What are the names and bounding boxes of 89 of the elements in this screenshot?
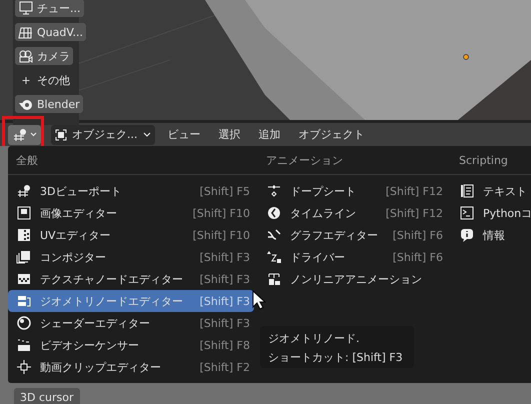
entry-label: コンポジター <box>40 250 107 264</box>
menu-item[interactable]: オブジェクト <box>294 127 370 142</box>
menu-item[interactable]: 選択 <box>214 127 246 142</box>
menu-entry[interactable]: 情報 <box>451 224 531 246</box>
menu-section-title: 全般 <box>8 146 258 175</box>
entry-label: タイムライン <box>290 206 357 220</box>
cursor-button[interactable]: 3D cursor <box>14 388 80 404</box>
entry-label: テキスト <box>483 184 528 198</box>
entry-label: テクスチャノードエディター <box>40 272 184 286</box>
menu-item[interactable]: ビュー <box>162 127 206 142</box>
caret-icon <box>30 132 37 137</box>
shortcut-text: [Shift] F3 <box>200 250 250 264</box>
shortcut-text: [Shift] F3 <box>200 294 250 308</box>
info-icon <box>459 228 475 242</box>
shortcut-text: [Shift] F10 <box>192 206 250 220</box>
shortcut-text: [Shift] F8 <box>200 338 250 352</box>
menu-entry[interactable]: 画像エディター [Shift] F10 <box>8 202 254 224</box>
menu-entry[interactable]: ジオメトリノードエディター [Shift] F3 <box>8 290 254 312</box>
sphere-icon <box>16 316 32 330</box>
entry-label: ジオメトリノードエディター <box>40 294 184 308</box>
entry-label: グラフエディター <box>290 228 379 242</box>
viewport-icon <box>16 184 32 198</box>
toolbar-button[interactable]: QuadV... <box>15 23 86 41</box>
compositor-icon <box>16 250 32 264</box>
menu-entry[interactable]: ドライバー [Shift] F6 <box>258 246 447 268</box>
curve-icon <box>266 228 282 242</box>
menu-entry[interactable]: UVエディター [Shift] F10 <box>8 224 254 246</box>
monitor-icon <box>18 1 34 15</box>
node-icon <box>16 294 32 308</box>
entry-label: UVエディター <box>40 228 112 242</box>
caret-icon <box>142 132 150 137</box>
tooltip-shortcut: ショートカット: [Shift] F3 <box>268 350 404 365</box>
entry-label: 3Dビューポート <box>40 184 122 198</box>
menu-item[interactable]: 追加 <box>254 127 286 142</box>
entry-label: 画像エディター <box>40 206 118 220</box>
shortcut-text: [Shift] F2 <box>200 360 250 374</box>
toolbar-button[interactable]: + その他 <box>15 71 77 89</box>
console-icon <box>459 206 475 220</box>
strip-icon <box>266 272 282 286</box>
menu-section-title: アニメーション <box>258 146 451 175</box>
tooltip-title: ジオメトリノード. <box>268 331 360 346</box>
toolbar-button[interactable]: Blender <box>15 95 83 113</box>
entry-label: シェーダーエディター <box>40 316 151 330</box>
menu-entry[interactable]: テキスト <box>451 180 531 202</box>
shortcut-text: [Shift] F5 <box>200 184 250 198</box>
toolbar-button[interactable]: カメラ <box>15 47 73 65</box>
shortcut-text: [Shift] F6 <box>392 250 443 264</box>
camera-icon <box>18 49 34 63</box>
shortcut-text: [Shift] F3 <box>200 316 250 330</box>
driver-icon <box>266 250 282 264</box>
entry-label: 動画クリップエディター <box>40 360 162 374</box>
menu-entry[interactable]: テクスチャノードエディター [Shift] F3 <box>8 268 254 290</box>
menu-entry[interactable]: コンポジター [Shift] F3 <box>8 246 254 268</box>
toolbar-button[interactable]: チュー... <box>15 0 84 17</box>
shortcut-text: [Shift] F3 <box>200 272 250 286</box>
entry-label: ドライバー <box>290 250 346 264</box>
checker-icon <box>16 228 32 242</box>
film-icon <box>16 338 32 352</box>
menu-section-title: Scripting <box>451 146 531 175</box>
menu-entry[interactable]: ノンリニアアニメーション <box>258 268 447 290</box>
menu-entry[interactable]: 3Dビューポート [Shift] F5 <box>8 180 254 202</box>
entry-label: ノンリニアアニメーション <box>290 272 423 286</box>
checker-icon <box>16 272 32 286</box>
shortcut-text: [Shift] F6 <box>392 228 443 242</box>
menu-entry[interactable]: 動画クリップエディター [Shift] F2 <box>8 356 254 378</box>
shortcut-text: [Shift] F12 <box>386 184 443 198</box>
shortcut-text: [Shift] F10 <box>192 228 250 242</box>
menu-entry[interactable]: グラフエディター [Shift] F6 <box>258 224 447 246</box>
keyframe-icon <box>266 184 282 198</box>
editor-type-button[interactable] <box>8 124 41 144</box>
entry-label: 情報 <box>483 228 506 242</box>
grid-icon <box>18 25 34 39</box>
menu-entry[interactable]: タイムライン [Shift] F12 <box>258 202 447 224</box>
menu-entry[interactable]: シェーダーエディター [Shift] F3 <box>8 312 254 334</box>
mode-dropdown[interactable]: オブジェク... <box>51 124 154 144</box>
menu-entry[interactable]: Pythonコ <box>451 202 531 224</box>
entry-label: ドープシート <box>290 184 357 198</box>
crosshair-icon <box>16 360 32 374</box>
menu-entry[interactable]: ビデオシーケンサー [Shift] F8 <box>8 334 254 356</box>
clock-icon <box>266 206 282 220</box>
mouse-cursor-icon <box>252 290 266 310</box>
entry-label: ビデオシーケンサー <box>40 338 140 352</box>
shortcut-text: [Shift] F12 <box>386 206 443 220</box>
image-icon <box>16 206 32 220</box>
entry-label: Pythonコ <box>483 206 531 220</box>
viewport-icon <box>12 128 28 142</box>
menu-entry[interactable]: ドープシート [Shift] F12 <box>258 180 447 202</box>
select-box-icon <box>55 128 67 140</box>
text-icon <box>459 184 475 198</box>
